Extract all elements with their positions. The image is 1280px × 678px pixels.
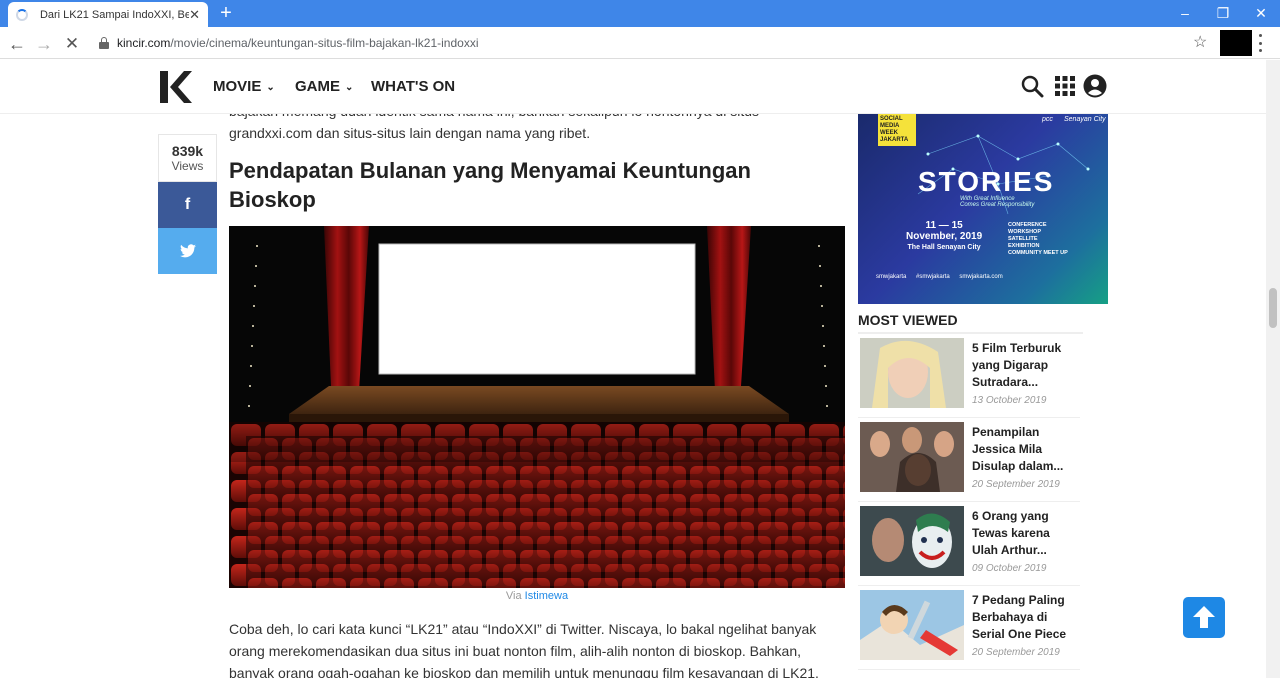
nav-movie[interactable]: MOVIE ⌄	[213, 78, 275, 95]
user-account-icon[interactable]	[1083, 74, 1107, 98]
apps-grid-icon[interactable]	[1053, 74, 1077, 98]
ad-brand: pcc	[1042, 116, 1053, 123]
most-viewed-item[interactable]: Penampilan Jessica Mila Disulap dalam... 2…	[858, 418, 1080, 502]
facebook-icon: f	[184, 196, 191, 213]
url-host: kincir.com	[117, 36, 171, 50]
most-viewed-date: 13 October 2019	[972, 395, 1047, 406]
most-viewed-item[interactable]: 5 Film Terburuk yang Digarap Sutradara... …	[858, 334, 1080, 418]
browser-toolbar: ← → ✕ kincir.com/movie/cinema/keuntungan…	[0, 27, 1280, 59]
twitter-share-button[interactable]	[158, 228, 217, 274]
article-paragraph: banyak orang ogah-ogahan ke bioskop dan …	[229, 665, 819, 678]
thumbnail-image[interactable]	[860, 422, 964, 492]
scrollbar-thumb[interactable]	[1269, 288, 1277, 328]
arrow-up-icon	[1193, 606, 1215, 628]
most-viewed-headline[interactable]: Penampilan Jessica Mila Disulap dalam...	[972, 424, 1078, 475]
ad-title: STORIES	[918, 166, 1055, 197]
thumbnail-image[interactable]	[860, 338, 964, 408]
most-viewed-title: MOST VIEWED	[858, 312, 1083, 334]
ad-footer: smwjakarta #smwjakarta smwjakarta.com	[876, 274, 1003, 280]
most-viewed-headline[interactable]: 5 Film Terburuk yang Digarap Sutradara...	[972, 340, 1078, 391]
thumbnail-image[interactable]	[860, 590, 964, 660]
site-header: MOVIE ⌄ GAME ⌄ WHAT'S ON	[0, 60, 1266, 114]
most-viewed-text: 7 Pedang Paling Berbahaya di Serial One Pi…	[972, 592, 1078, 658]
ad-subtitle: With Great Influence Comes Great Responsi…	[960, 196, 1035, 208]
ad-brand: Senayan City	[1064, 116, 1106, 123]
forward-arrow-icon[interactable]: →	[33, 33, 55, 55]
caption-source-link[interactable]: Istimewa	[525, 590, 568, 602]
lock-icon	[99, 37, 109, 49]
heading-line: Pendapatan Bulanan yang Menyamai Keuntun…	[229, 158, 751, 183]
nav-whats-on[interactable]: WHAT'S ON	[371, 78, 455, 95]
chevron-down-icon: ⌄	[266, 82, 275, 93]
url-path: /movie/cinema/keuntungan-situs-film-baja…	[170, 36, 479, 50]
tab-close-icon[interactable]: ✕	[189, 8, 200, 21]
views-counter: 839k Views	[158, 134, 217, 182]
back-to-top-button[interactable]	[1183, 597, 1225, 638]
most-viewed-date: 20 September 2019	[972, 479, 1060, 490]
loading-spinner-icon	[16, 8, 28, 21]
ad-events: CONFERENCE WORKSHOP SATELLITE EXHIBITION COM…	[1008, 222, 1068, 256]
twitter-icon	[179, 244, 196, 258]
maximize-button[interactable]: ❐	[1204, 0, 1242, 27]
article-paragraph: orang merekomendasikan dua situs ini bua…	[229, 643, 802, 659]
menu-dots-icon[interactable]	[1257, 34, 1263, 52]
minimize-button[interactable]: –	[1166, 0, 1204, 27]
extension-button[interactable]	[1220, 30, 1252, 56]
most-viewed-text: Penampilan Jessica Mila Disulap dalam... 2…	[972, 424, 1078, 490]
back-arrow-icon[interactable]: ←	[6, 33, 28, 55]
address-bar[interactable]: kincir.com/movie/cinema/keuntungan-situs…	[117, 36, 478, 50]
ad-dates: 11 — 15 November, 2019 The Hall Senayan …	[906, 220, 983, 251]
page-scrollbar[interactable]	[1266, 60, 1280, 678]
nav-game[interactable]: GAME ⌄	[295, 78, 353, 95]
article-heading: Pendapatan Bulanan yang Menyamai Keuntun…	[229, 156, 845, 214]
browser-tab[interactable]: Dari LK21 Sampai IndoXXI, Berap ✕	[8, 2, 208, 27]
chevron-down-icon: ⌄	[345, 82, 354, 93]
caption-prefix: Via	[505, 590, 522, 602]
share-column: 839k Views f	[158, 134, 217, 274]
most-viewed-text: 6 Orang yang Tewas karena Ulah Arthur... 0…	[972, 508, 1078, 574]
most-viewed-headline[interactable]: 6 Orang yang Tewas karena Ulah Arthur...	[972, 508, 1078, 559]
most-viewed-headline[interactable]: 7 Pedang Paling Berbahaya di Serial One Pi…	[972, 592, 1078, 643]
star-icon[interactable]: ☆	[1193, 32, 1207, 52]
most-viewed-item[interactable]: 6 Orang yang Tewas karena Ulah Arthur... 0…	[858, 502, 1080, 586]
close-window-button[interactable]: ✕	[1242, 0, 1280, 27]
article-body: Coba deh, lo cari kata kunci “LK21” atau…	[229, 618, 845, 678]
heading-line: Bioskop	[229, 187, 316, 212]
views-count: 839k	[171, 143, 204, 159]
tab-title: Dari LK21 Sampai IndoXXI, Berap	[39, 8, 190, 21]
image-caption: Via Istimewa	[229, 590, 845, 602]
most-viewed-date: 09 October 2019	[972, 563, 1047, 574]
page-viewport: bajakan memang udah identik sama nama in…	[0, 60, 1266, 678]
smw-badge: SOCIAL MEDIA WEEK JAKARTA	[878, 114, 916, 146]
kincir-logo[interactable]	[160, 71, 192, 103]
sidebar-advertisement[interactable]: SOCIAL MEDIA WEEK JAKARTA pcc Senayan Ci…	[858, 114, 1108, 304]
thumbnail-image[interactable]	[860, 506, 964, 576]
most-viewed-date: 20 September 2019	[972, 647, 1060, 658]
most-viewed-item[interactable]: 7 Pedang Paling Berbahaya di Serial One Pi…	[858, 586, 1080, 670]
stop-loading-icon[interactable]: ✕	[61, 33, 83, 55]
facebook-share-button[interactable]: f	[158, 182, 217, 228]
article-paragraph: grandxxi.com dan situs-situs lain dengan…	[229, 125, 591, 141]
search-icon[interactable]	[1020, 74, 1044, 98]
most-viewed-text: 5 Film Terburuk yang Digarap Sutradara... …	[972, 340, 1078, 406]
browser-tab-strip: Dari LK21 Sampai IndoXXI, Berap ✕ + – ❐ …	[0, 0, 1280, 27]
new-tab-button[interactable]: +	[216, 3, 236, 23]
views-label: Views	[171, 159, 204, 173]
article-paragraph: Coba deh, lo cari kata kunci “LK21” atau…	[229, 621, 817, 637]
article-image-cinema	[229, 226, 845, 588]
